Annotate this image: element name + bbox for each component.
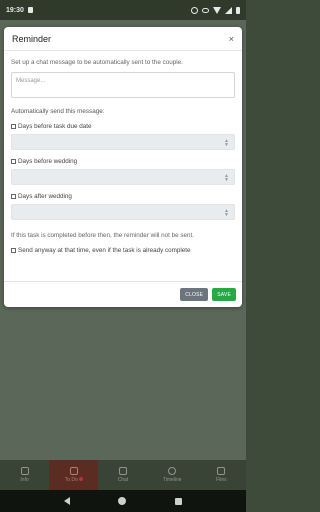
- days-before-due-select[interactable]: ▲ ▼: [11, 134, 235, 150]
- dialog-title: Reminder: [12, 33, 52, 44]
- close-button[interactable]: CLOSE: [180, 288, 209, 301]
- status-bar: 19:30: [0, 0, 246, 20]
- alarm-icon: [191, 6, 198, 14]
- completion-note: If this task is completed before then, t…: [11, 232, 195, 239]
- dialog-intro: Set up a chat message to be automaticall…: [11, 59, 183, 66]
- chat-icon: [119, 467, 127, 475]
- tab-chat[interactable]: Chat: [98, 460, 147, 490]
- dialog-footer: CLOSE SAVE: [4, 281, 242, 307]
- days-before-due-checkbox[interactable]: [11, 124, 16, 129]
- bottom-tab-bar: Info To Do Chat Timeline Files: [0, 460, 246, 490]
- eye-icon: [202, 7, 209, 13]
- notification-badge: [78, 477, 83, 481]
- message-field[interactable]: Message...: [11, 72, 235, 98]
- tab-label: Files: [216, 477, 227, 483]
- option-label: Days before task due date: [18, 123, 92, 130]
- days-before-wedding-select[interactable]: ▲ ▼: [11, 169, 235, 185]
- dialog-body: Set up a chat message to be automaticall…: [4, 51, 242, 254]
- close-icon[interactable]: ×: [229, 34, 234, 44]
- file-icon: [217, 467, 226, 475]
- signal-icon: [225, 6, 232, 14]
- sim-card-icon: [27, 7, 33, 13]
- stopwatch-icon: [168, 467, 177, 475]
- option-days-before-wedding[interactable]: Days before wedding: [11, 158, 235, 165]
- tab-label: To Do: [64, 477, 78, 483]
- calendar-icon: [20, 467, 29, 475]
- tab-label: Timeline: [162, 477, 182, 483]
- days-after-wedding-checkbox[interactable]: [11, 194, 16, 199]
- option-label: Days after wedding: [18, 193, 72, 200]
- option-send-anyway[interactable]: Send anyway at that time, even if the ta…: [11, 247, 235, 254]
- home-icon[interactable]: [118, 497, 127, 505]
- days-after-wedding-select[interactable]: ▲ ▼: [11, 204, 235, 220]
- auto-send-label: Automatically send this message:: [11, 108, 105, 115]
- tab-files[interactable]: Files: [197, 460, 246, 490]
- reminder-dialog: Reminder × Set up a chat message to be a…: [4, 27, 242, 307]
- option-days-after-wedding[interactable]: Days after wedding: [11, 193, 235, 200]
- back-icon[interactable]: [64, 497, 71, 505]
- days-before-wedding-checkbox[interactable]: [11, 159, 16, 164]
- tab-info[interactable]: Info: [0, 460, 49, 490]
- dialog-header: Reminder ×: [4, 27, 242, 51]
- tab-to-do[interactable]: To Do: [49, 460, 99, 490]
- select-arrows-icon: ▲ ▼: [224, 138, 229, 148]
- recent-apps-icon[interactable]: [174, 497, 182, 505]
- option-days-before-due[interactable]: Days before task due date: [11, 123, 235, 130]
- tab-label: Chat: [117, 477, 129, 483]
- status-time: 19:30: [6, 6, 24, 14]
- option-label: Days before wedding: [18, 158, 78, 165]
- battery-icon: [236, 6, 240, 14]
- system-nav-bar: [0, 490, 246, 512]
- select-arrows-icon: ▲ ▼: [224, 208, 229, 218]
- select-arrows-icon: ▲ ▼: [224, 173, 229, 183]
- send-anyway-checkbox[interactable]: [11, 248, 16, 253]
- tab-timeline[interactable]: Timeline: [148, 460, 197, 490]
- shield-check-icon: [69, 467, 78, 475]
- tab-label-wrap: To Do: [65, 477, 83, 483]
- tab-label: Info: [20, 477, 29, 483]
- save-button[interactable]: SAVE: [212, 288, 236, 301]
- option-label: Send anyway at that time, even if the ta…: [18, 247, 191, 254]
- wifi-icon: [213, 6, 221, 14]
